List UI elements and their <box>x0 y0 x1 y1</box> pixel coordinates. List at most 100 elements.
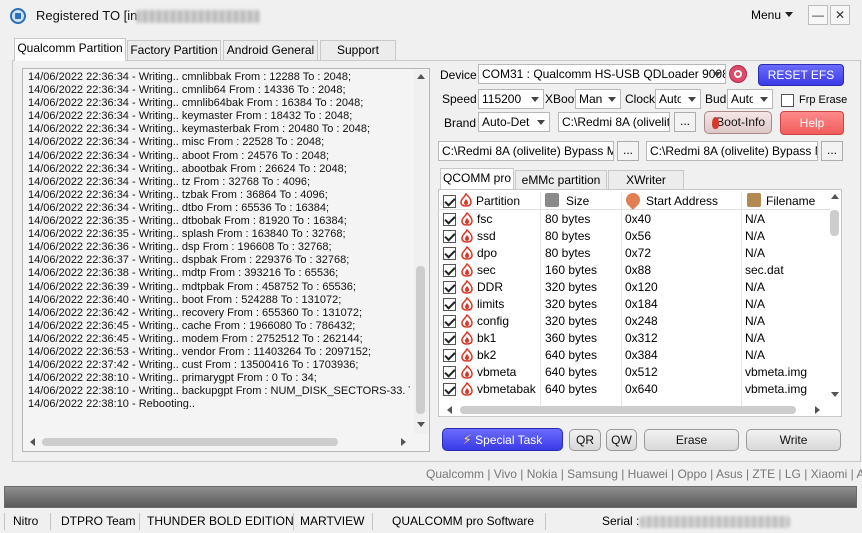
device-label: Device <box>440 68 477 82</box>
close-button[interactable]: ✕ <box>830 5 850 25</box>
row-filename: N/A <box>745 331 766 345</box>
log-line: 14/06/2022 22:36:38 - Writing.. mdtp Fro… <box>28 267 339 280</box>
special-task-button[interactable]: ⚡ Special Task <box>442 428 563 451</box>
clock-value: Auto <box>659 92 681 106</box>
table-scroll-thumb[interactable] <box>830 210 839 236</box>
log-line: 14/06/2022 22:36:34 - Writing.. misc Fro… <box>28 136 325 149</box>
minimize-button[interactable]: — <box>808 5 828 25</box>
log-line: 14/06/2022 22:38:10 - Writing.. backupgp… <box>28 385 410 398</box>
select-all-checkbox[interactable] <box>443 195 456 208</box>
scroll-down-icon[interactable] <box>831 392 839 397</box>
table-row[interactable]: config 320 bytes 0x248 N/A <box>439 313 830 330</box>
bud-select[interactable]: Auto <box>727 89 773 109</box>
chevron-down-icon <box>760 97 768 102</box>
scroll-up-icon[interactable] <box>417 74 425 79</box>
table-row[interactable]: vbmetabak 640 bytes 0x640 vbmeta.img <box>439 381 830 398</box>
table-row[interactable]: vbmeta 640 bytes 0x512 vbmeta.img <box>439 364 830 381</box>
table-row[interactable]: DDR 320 bytes 0x120 N/A <box>439 279 830 296</box>
log-line: 14/06/2022 22:36:34 - Writing.. cmnlib64… <box>28 84 346 97</box>
column-partition[interactable]: Partition <box>476 193 520 209</box>
log-horizontal-thumb[interactable] <box>42 438 338 446</box>
scroll-left-icon[interactable] <box>30 438 35 446</box>
tab-android-general[interactable]: Android General <box>223 40 318 60</box>
row-checkbox[interactable] <box>443 332 456 345</box>
partition-header-cell[interactable] <box>460 192 472 210</box>
column-filename[interactable]: Filename <box>766 193 815 209</box>
loader-browse-button[interactable]: ... <box>674 112 696 132</box>
speed-select[interactable]: 115200 <box>478 89 544 109</box>
row-checkbox[interactable] <box>443 315 456 328</box>
status-separator <box>50 513 51 530</box>
row-checkbox[interactable] <box>443 298 456 311</box>
row-checkbox[interactable] <box>443 264 456 277</box>
refresh-port-button[interactable] <box>729 65 747 83</box>
row-checkbox[interactable] <box>443 247 456 260</box>
table-row[interactable]: sec 160 bytes 0x88 sec.dat <box>439 262 830 279</box>
log-line: 14/06/2022 22:37:42 - Writing.. cust Fro… <box>28 359 359 372</box>
table-row[interactable]: limits 320 bytes 0x184 N/A <box>439 296 830 313</box>
reset-efs-button[interactable]: RESET EFS <box>758 64 844 86</box>
brand-select[interactable]: Auto-Det <box>478 112 550 132</box>
flame-icon <box>461 228 473 246</box>
row-checkbox[interactable] <box>443 383 456 396</box>
tab-emmc-partition[interactable]: eMMc partition <box>515 170 607 189</box>
scroll-right-icon[interactable] <box>401 438 406 446</box>
log-line: 14/06/2022 22:36:53 - Writing.. vendor F… <box>28 345 372 358</box>
row-start-address: 0x184 <box>625 297 658 311</box>
row-checkbox[interactable] <box>443 281 456 294</box>
tab-support[interactable]: Support <box>320 40 396 60</box>
device-select[interactable]: COM31 : Qualcomm HS-USB QDLoader 9008 <box>478 64 726 84</box>
firehose-path-field-2[interactable]: C:\Redmi 8A (olivelite) Bypass Mi <box>646 141 818 161</box>
log-scroll-thumb[interactable] <box>416 266 425 414</box>
table-horizontal-thumb[interactable] <box>460 406 796 414</box>
lightning-icon: ⚡ <box>462 432 472 447</box>
row-filename: vbmeta.img <box>745 382 808 396</box>
firehose-browse-button-1[interactable]: ... <box>617 141 639 161</box>
tab-qualcomm-partition[interactable]: Qualcomm Partition <box>14 38 126 61</box>
loader-path-field[interactable]: C:\Redmi 8A (olivelite <box>558 112 670 132</box>
scroll-right-icon[interactable] <box>815 406 820 414</box>
menu-button[interactable]: Menu <box>751 8 794 22</box>
row-filename: N/A <box>745 314 766 328</box>
qw-button[interactable]: QW <box>606 429 637 451</box>
column-size[interactable]: Size <box>566 193 589 209</box>
row-start-address: 0x384 <box>625 348 658 362</box>
firehose-path-field-1[interactable]: C:\Redmi 8A (olivelite) Bypass Mi A <box>438 141 614 161</box>
clock-select[interactable]: Auto <box>655 89 701 109</box>
row-checkbox[interactable] <box>443 366 456 379</box>
column-start-address[interactable]: Start Address <box>646 193 718 209</box>
table-row[interactable]: ssd 80 bytes 0x56 N/A <box>439 228 830 245</box>
xboot-select[interactable]: Man <box>575 89 621 109</box>
tab-qcomm-pro[interactable]: QCOMM pro <box>440 168 514 190</box>
erase-button[interactable]: Erase <box>644 429 739 451</box>
title-redacted <box>136 10 260 23</box>
row-size: 80 bytes <box>545 229 591 243</box>
row-checkbox[interactable] <box>443 230 456 243</box>
boot-info-button[interactable]: Boot-Info <box>704 111 772 134</box>
row-partition-name: DDR <box>477 280 503 294</box>
write-button[interactable]: Write <box>746 429 841 451</box>
frp-erase-checkbox[interactable] <box>781 94 794 107</box>
tab-xwriter[interactable]: XWriter <box>608 170 684 189</box>
row-checkbox[interactable] <box>443 349 456 362</box>
status-nitro: Nitro <box>13 514 39 528</box>
tab-factory-partition[interactable]: Factory Partition <box>127 40 221 60</box>
table-row[interactable]: dpo 80 bytes 0x72 N/A <box>439 245 830 262</box>
scroll-left-icon[interactable] <box>447 406 452 414</box>
table-row[interactable]: bk1 360 bytes 0x312 N/A <box>439 330 830 347</box>
clock-label: Clock <box>625 92 656 106</box>
flame-icon <box>461 245 473 263</box>
scroll-up-icon[interactable] <box>831 194 839 199</box>
table-row[interactable]: bk2 640 bytes 0x384 N/A <box>439 347 830 364</box>
help-button[interactable]: Help <box>780 111 844 135</box>
log-line: 14/06/2022 22:36:35 - Writing.. dtbobak … <box>28 215 347 228</box>
firehose-browse-button-2[interactable]: ... <box>821 141 843 161</box>
status-software: QUALCOMM pro Software <box>392 514 535 528</box>
scroll-down-icon[interactable] <box>417 422 425 427</box>
row-filename: vbmeta.img <box>745 365 808 379</box>
table-row[interactable]: fsc 80 bytes 0x40 N/A <box>439 211 830 228</box>
qr-button[interactable]: QR <box>569 429 601 451</box>
chevron-down-icon <box>785 12 794 17</box>
row-checkbox[interactable] <box>443 213 456 226</box>
brand-label: Brand <box>444 116 477 130</box>
